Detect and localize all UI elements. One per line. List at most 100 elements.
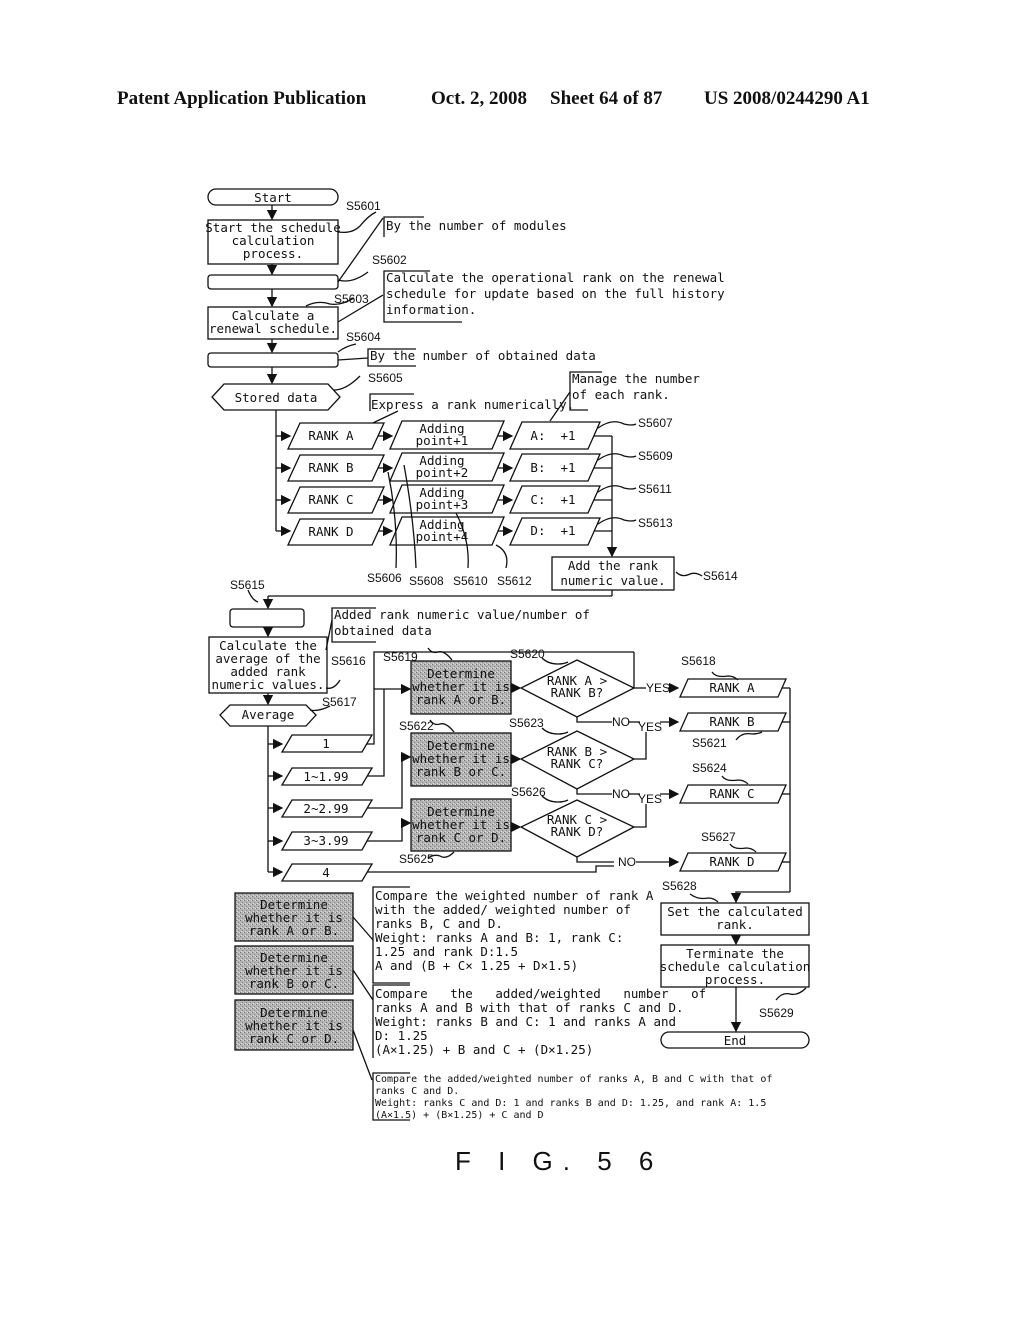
no-label-cd: NO [618, 855, 636, 869]
legend-bc-line-3: rank B or C. [249, 976, 339, 991]
step-label-s5605: S5605 [368, 371, 403, 385]
step-label-s5603: S5603 [334, 292, 369, 306]
range-1-label: 1 [322, 736, 330, 751]
note-manage-number-1: Manage the number [572, 371, 700, 386]
no-label-ab: NO [612, 715, 630, 729]
stored-data-label: Stored data [235, 390, 318, 405]
note-compare-cd-3: Weight: ranks C and D: 1 and ranks B and… [375, 1098, 766, 1109]
diamond-ab-line-2: RANK B? [551, 685, 604, 700]
adding-3-line-2: point+3 [416, 497, 469, 512]
rank-c-label: RANK C [308, 492, 353, 507]
diamond-cd-line-2: RANK D? [551, 824, 604, 839]
step-label-s5626: S5626 [511, 785, 546, 799]
step-label-s5604: S5604 [346, 330, 381, 344]
determine-bc-line-3: rank B or C. [416, 764, 506, 779]
adding-1-line-2: point+1 [416, 433, 469, 448]
loop-start-s5615 [229, 608, 305, 628]
note-operational-rank-2: schedule for update based on the full hi… [386, 286, 725, 301]
step-label-s5608: S5608 [409, 574, 444, 588]
note-compare-ab-3: ranks B, C and D. [375, 916, 503, 931]
s5603-line-2: renewal schedule. [209, 321, 337, 336]
step-label-s5610: S5610 [453, 574, 488, 588]
note-added-rank-2: obtained data [334, 623, 432, 638]
note-compare-ab-1: Compare the weighted number of rank A [375, 888, 654, 903]
loop-start-s5602 [207, 274, 339, 290]
s5614-line-1: Add the rank [568, 558, 659, 573]
note-by-obtained: By the number of obtained data [370, 348, 596, 363]
determine-ab-line-3: rank A or B. [416, 692, 506, 707]
diamond-bc-line-2: RANK C? [551, 756, 604, 771]
note-compare-cd-2: ranks C and D. [375, 1086, 459, 1097]
step-label-s5617: S5617 [322, 695, 357, 709]
note-express-rank: Express a rank numerically. [371, 397, 574, 412]
step-label-s5606: S5606 [367, 571, 402, 585]
step-label-s5619: S5619 [383, 650, 418, 664]
note-by-modules: By the number of modules [386, 218, 567, 233]
step-label-s5609: S5609 [638, 449, 673, 463]
step-label-s5611: S5611 [638, 482, 672, 496]
note-operational-rank-1: Calculate the operational rank on the re… [386, 270, 725, 285]
adding-2-line-2: point+2 [416, 465, 469, 480]
step-label-s5622: S5622 [399, 719, 434, 733]
s5628-line-2: rank. [716, 917, 754, 932]
end-label: End [724, 1033, 747, 1048]
step-label-s5618: S5618 [681, 654, 716, 668]
rank-b-label: RANK B [308, 460, 353, 475]
yes-label-ab: YES [646, 681, 670, 695]
count-c-label: C: +1 [530, 492, 575, 507]
step-label-s5615: S5615 [230, 578, 265, 592]
note-compare-ab-5: 1.25 and rank D:1.5 [375, 944, 518, 959]
note-compare-bc-4: D: 1.25 [375, 1028, 428, 1043]
step-label-s5616: S5616 [331, 654, 366, 668]
step-label-s5627: S5627 [701, 830, 736, 844]
note-compare-bc-3: Weight: ranks B and C: 1 and ranks A and [375, 1014, 676, 1029]
step-label-s5621: S5621 [692, 736, 727, 750]
s5614-line-2: numeric value. [560, 573, 665, 588]
count-d-label: D: +1 [530, 523, 575, 538]
s5629-line-3: process. [705, 972, 765, 987]
result-rank-b-label: RANK B [709, 714, 754, 729]
result-rank-c-label: RANK C [709, 786, 754, 801]
yes-label-bc: YES [638, 720, 662, 734]
step-label-s5628: S5628 [662, 879, 697, 893]
note-compare-ab-6: A and (B + C× 1.25 + D×1.5) [375, 958, 578, 973]
step-label-s5602: S5602 [372, 253, 407, 267]
note-compare-ab-4: Weight: ranks A and B: 1, rank C: [375, 930, 623, 945]
yes-label-cd: YES [638, 792, 662, 806]
result-rank-a-label: RANK A [709, 680, 755, 695]
note-manage-number-2: of each rank. [572, 387, 670, 402]
step-label-s5601: S5601 [346, 199, 381, 213]
note-added-rank-1: Added rank numeric value/number of [334, 607, 590, 622]
start-label: Start [254, 190, 292, 205]
adding-4-line-2: point+4 [416, 529, 469, 544]
step-label-s5623: S5623 [509, 716, 544, 730]
step-label-s5612: S5612 [497, 574, 532, 588]
s5616-line-4: numeric values. [212, 677, 325, 692]
result-rank-d-label: RANK D [709, 854, 754, 869]
legend-ab-line-3: rank A or B. [249, 923, 339, 938]
range-2-label: 1~1.99 [303, 769, 348, 784]
range-4-label: 3~3.99 [303, 833, 348, 848]
s5601-line-3: process. [243, 246, 303, 261]
rank-a-label: RANK A [308, 428, 354, 443]
loop-start-s5604 [207, 352, 339, 368]
range-5-label: 4 [322, 865, 330, 880]
count-a-label: A: +1 [530, 428, 575, 443]
legend-cd-line-3: rank C or D. [249, 1031, 339, 1046]
note-compare-bc-5: (A×1.25) + B and C + (D×1.25) [375, 1042, 593, 1057]
step-label-s5624: S5624 [692, 761, 727, 775]
figure-label: F I G. 5 6 [455, 1146, 664, 1176]
average-label: Average [242, 707, 295, 722]
step-label-s5625: S5625 [399, 852, 434, 866]
no-label-bc: NO [612, 787, 630, 801]
range-3-label: 2~2.99 [303, 801, 348, 816]
note-compare-bc-2: ranks A and B with that of ranks C and D… [375, 1000, 684, 1015]
note-compare-ab-2: with the added/ weighted number of [375, 902, 631, 917]
note-operational-rank-3: information. [386, 302, 476, 317]
note-compare-bc-1: Compare the added/weighted number of [375, 986, 706, 1001]
step-label-s5620: S5620 [510, 647, 545, 661]
note-compare-cd-4: (A×1.5) + (B×1.25) + C and D [375, 1110, 544, 1121]
step-label-s5613: S5613 [638, 516, 673, 530]
rank-d-label: RANK D [308, 524, 353, 539]
count-b-label: B: +1 [530, 460, 575, 475]
